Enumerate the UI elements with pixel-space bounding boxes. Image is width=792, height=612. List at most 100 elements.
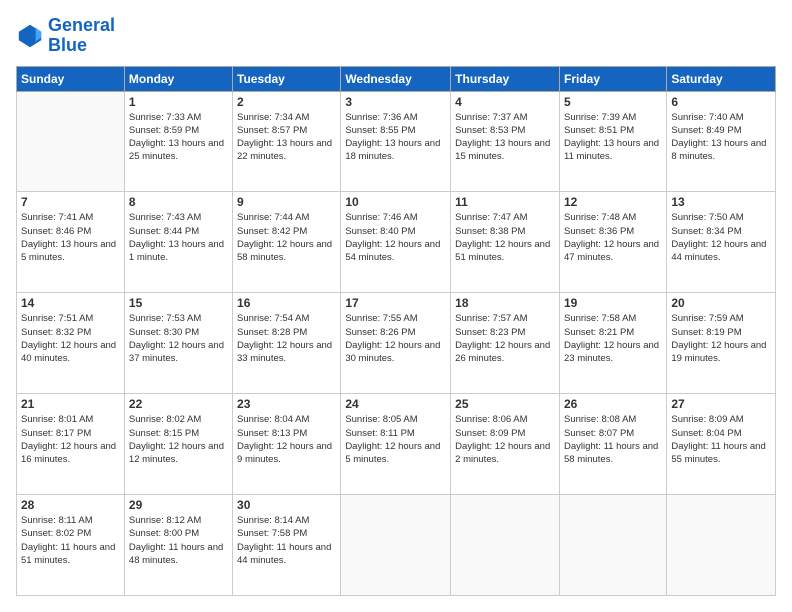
day-info: Sunrise: 8:01 AMSunset: 8:17 PMDaylight:… (21, 413, 120, 466)
day-info: Sunrise: 7:33 AMSunset: 8:59 PMDaylight:… (129, 111, 228, 164)
day-info: Sunrise: 8:02 AMSunset: 8:15 PMDaylight:… (129, 413, 228, 466)
day-info: Sunrise: 7:41 AMSunset: 8:46 PMDaylight:… (21, 211, 120, 264)
calendar-cell: 9 Sunrise: 7:44 AMSunset: 8:42 PMDaylight… (233, 192, 341, 293)
day-info: Sunrise: 8:09 AMSunset: 8:04 PMDaylight:… (671, 413, 771, 466)
calendar-cell: 3 Sunrise: 7:36 AMSunset: 8:55 PMDaylight… (341, 91, 451, 192)
calendar-header-wednesday: Wednesday (341, 66, 451, 91)
day-number: 14 (21, 296, 120, 310)
day-number: 20 (671, 296, 771, 310)
calendar-cell: 1 Sunrise: 7:33 AMSunset: 8:59 PMDaylight… (124, 91, 232, 192)
day-number: 25 (455, 397, 555, 411)
day-number: 7 (21, 195, 120, 209)
calendar-header-thursday: Thursday (451, 66, 560, 91)
day-number: 12 (564, 195, 662, 209)
logo-icon (16, 22, 44, 50)
calendar-cell: 18 Sunrise: 7:57 AMSunset: 8:23 PMDayligh… (451, 293, 560, 394)
day-number: 28 (21, 498, 120, 512)
day-info: Sunrise: 7:58 AMSunset: 8:21 PMDaylight:… (564, 312, 662, 365)
logo: General Blue (16, 16, 115, 56)
day-info: Sunrise: 7:44 AMSunset: 8:42 PMDaylight:… (237, 211, 336, 264)
day-info: Sunrise: 7:55 AMSunset: 8:26 PMDaylight:… (345, 312, 446, 365)
day-number: 16 (237, 296, 336, 310)
page: General Blue SundayMondayTuesdayWednesda… (0, 0, 792, 612)
day-number: 2 (237, 95, 336, 109)
calendar-cell: 30Sunrise: 8:14 AMSunset: 7:58 PMDayligh… (233, 495, 341, 596)
day-info: Sunrise: 7:47 AMSunset: 8:38 PMDaylight:… (455, 211, 555, 264)
day-number: 10 (345, 195, 446, 209)
calendar-cell: 27 Sunrise: 8:09 AMSunset: 8:04 PMDayligh… (667, 394, 776, 495)
calendar-cell: 19Sunrise: 7:58 AMSunset: 8:21 PMDayligh… (559, 293, 666, 394)
day-number: 27 (671, 397, 771, 411)
day-number: 6 (671, 95, 771, 109)
calendar-cell: 10 Sunrise: 7:46 AMSunset: 8:40 PMDayligh… (341, 192, 451, 293)
day-info: Sunrise: 7:34 AMSunset: 8:57 PMDaylight:… (237, 111, 336, 164)
day-info: Sunrise: 7:54 AMSunset: 8:28 PMDaylight:… (237, 312, 336, 365)
day-info: Sunrise: 8:06 AMSunset: 8:09 PMDaylight:… (455, 413, 555, 466)
calendar-header-tuesday: Tuesday (233, 66, 341, 91)
day-number: 24 (345, 397, 446, 411)
calendar-cell: 6 Sunrise: 7:40 AMSunset: 8:49 PMDaylight… (667, 91, 776, 192)
day-info: Sunrise: 8:14 AMSunset: 7:58 PMDaylight:… (237, 514, 336, 567)
day-number: 29 (129, 498, 228, 512)
day-info: Sunrise: 7:39 AMSunset: 8:51 PMDaylight:… (564, 111, 662, 164)
day-info: Sunrise: 8:08 AMSunset: 8:07 PMDaylight:… (564, 413, 662, 466)
day-number: 23 (237, 397, 336, 411)
calendar-week-row: 14 Sunrise: 7:51 AMSunset: 8:32 PMDayligh… (17, 293, 776, 394)
day-number: 15 (129, 296, 228, 310)
calendar-cell: 13 Sunrise: 7:50 AMSunset: 8:34 PMDayligh… (667, 192, 776, 293)
calendar-cell: 12 Sunrise: 7:48 AMSunset: 8:36 PMDayligh… (559, 192, 666, 293)
day-number: 8 (129, 195, 228, 209)
calendar-cell: 7 Sunrise: 7:41 AMSunset: 8:46 PMDaylight… (17, 192, 125, 293)
day-info: Sunrise: 8:11 AMSunset: 8:02 PMDaylight:… (21, 514, 120, 567)
day-number: 1 (129, 95, 228, 109)
day-number: 13 (671, 195, 771, 209)
calendar-cell: 15 Sunrise: 7:53 AMSunset: 8:30 PMDayligh… (124, 293, 232, 394)
calendar-cell (559, 495, 666, 596)
calendar-header-friday: Friday (559, 66, 666, 91)
header: General Blue (16, 16, 776, 56)
day-info: Sunrise: 7:46 AMSunset: 8:40 PMDaylight:… (345, 211, 446, 264)
calendar-cell (667, 495, 776, 596)
calendar-cell: 4 Sunrise: 7:37 AMSunset: 8:53 PMDaylight… (451, 91, 560, 192)
day-info: Sunrise: 7:57 AMSunset: 8:23 PMDaylight:… (455, 312, 555, 365)
logo-text: General Blue (48, 16, 115, 56)
day-info: Sunrise: 7:50 AMSunset: 8:34 PMDaylight:… (671, 211, 771, 264)
day-number: 4 (455, 95, 555, 109)
day-number: 17 (345, 296, 446, 310)
day-info: Sunrise: 7:53 AMSunset: 8:30 PMDaylight:… (129, 312, 228, 365)
calendar-header-monday: Monday (124, 66, 232, 91)
calendar-cell: 24Sunrise: 8:05 AMSunset: 8:11 PMDayligh… (341, 394, 451, 495)
day-info: Sunrise: 7:48 AMSunset: 8:36 PMDaylight:… (564, 211, 662, 264)
calendar-cell (17, 91, 125, 192)
day-number: 9 (237, 195, 336, 209)
day-info: Sunrise: 7:59 AMSunset: 8:19 PMDaylight:… (671, 312, 771, 365)
calendar-cell (451, 495, 560, 596)
calendar-header-row: SundayMondayTuesdayWednesdayThursdayFrid… (17, 66, 776, 91)
calendar-cell: 17 Sunrise: 7:55 AMSunset: 8:26 PMDayligh… (341, 293, 451, 394)
day-number: 11 (455, 195, 555, 209)
day-info: Sunrise: 8:12 AMSunset: 8:00 PMDaylight:… (129, 514, 228, 567)
calendar-cell: 14 Sunrise: 7:51 AMSunset: 8:32 PMDayligh… (17, 293, 125, 394)
day-info: Sunrise: 7:51 AMSunset: 8:32 PMDaylight:… (21, 312, 120, 365)
day-info: Sunrise: 7:37 AMSunset: 8:53 PMDaylight:… (455, 111, 555, 164)
calendar-header-sunday: Sunday (17, 66, 125, 91)
day-info: Sunrise: 7:43 AMSunset: 8:44 PMDaylight:… (129, 211, 228, 264)
day-number: 5 (564, 95, 662, 109)
day-info: Sunrise: 7:36 AMSunset: 8:55 PMDaylight:… (345, 111, 446, 164)
calendar-cell: 5 Sunrise: 7:39 AMSunset: 8:51 PMDaylight… (559, 91, 666, 192)
calendar-week-row: 1 Sunrise: 7:33 AMSunset: 8:59 PMDaylight… (17, 91, 776, 192)
calendar-week-row: 7 Sunrise: 7:41 AMSunset: 8:46 PMDaylight… (17, 192, 776, 293)
calendar-cell: 22Sunrise: 8:02 AMSunset: 8:15 PMDayligh… (124, 394, 232, 495)
calendar-cell: 26 Sunrise: 8:08 AMSunset: 8:07 PMDayligh… (559, 394, 666, 495)
day-number: 21 (21, 397, 120, 411)
calendar-table: SundayMondayTuesdayWednesdayThursdayFrid… (16, 66, 776, 596)
calendar-cell: 11 Sunrise: 7:47 AMSunset: 8:38 PMDayligh… (451, 192, 560, 293)
calendar-cell: 20 Sunrise: 7:59 AMSunset: 8:19 PMDayligh… (667, 293, 776, 394)
day-number: 26 (564, 397, 662, 411)
day-info: Sunrise: 7:40 AMSunset: 8:49 PMDaylight:… (671, 111, 771, 164)
day-number: 3 (345, 95, 446, 109)
day-number: 18 (455, 296, 555, 310)
calendar-cell: 2 Sunrise: 7:34 AMSunset: 8:57 PMDaylight… (233, 91, 341, 192)
calendar-cell: 25 Sunrise: 8:06 AMSunset: 8:09 PMDayligh… (451, 394, 560, 495)
calendar-header-saturday: Saturday (667, 66, 776, 91)
